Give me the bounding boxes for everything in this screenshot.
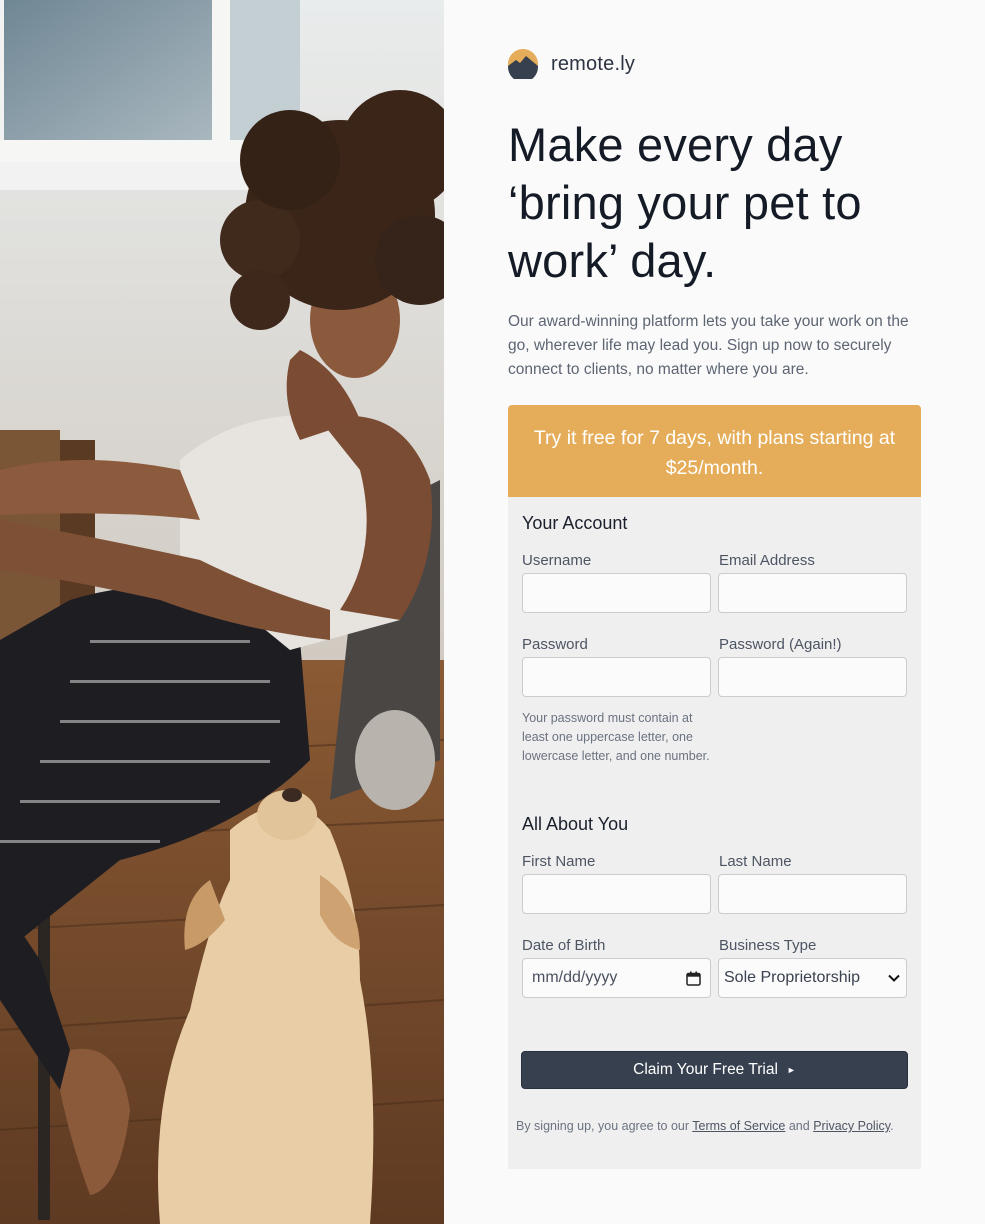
hero-photo (0, 0, 444, 1224)
password-again-label: Password (Again!) (719, 636, 842, 653)
dob-label: Date of Birth (522, 937, 606, 954)
mountain-sun-logo-icon (508, 49, 538, 79)
business-type-label: Business Type (719, 937, 817, 954)
first-name-label: First Name (522, 853, 596, 870)
legal-text: By signing up, you agree to our Terms of… (516, 1119, 916, 1133)
promo-banner: Try it free for 7 days, with plans start… (508, 405, 921, 497)
brand[interactable]: remote.ly (508, 48, 635, 80)
last-name-input[interactable] (718, 874, 907, 914)
password-input[interactable] (522, 657, 711, 697)
first-name-input[interactable] (522, 874, 711, 914)
page-headline: Make every day ‘bring your pet to work’ … (508, 116, 921, 290)
calendar-icon[interactable] (686, 971, 701, 986)
username-label: Username (522, 552, 592, 569)
business-type-value: Sole Proprietorship (724, 969, 861, 986)
signup-form: Your Account Username Email Address Pass… (508, 497, 921, 1169)
terms-of-service-link[interactable]: Terms of Service (692, 1119, 785, 1133)
section-title-account: Your Account (522, 513, 628, 533)
headline-line: Make every day (508, 118, 843, 171)
chevron-down-icon (888, 974, 900, 982)
dob-placeholder: mm/dd/yyyy (532, 969, 618, 986)
password-again-input[interactable] (718, 657, 907, 697)
headline-line: work’ day. (508, 234, 717, 287)
last-name-label: Last Name (719, 853, 792, 870)
email-input[interactable] (718, 573, 907, 613)
password-hint: Your password must contain at least one … (522, 711, 710, 763)
password-label: Password (522, 636, 588, 653)
intro-text: Our award-winning platform lets you take… (508, 313, 909, 378)
privacy-policy-link[interactable]: Privacy Policy (813, 1119, 890, 1133)
play-arrow-icon: ► (786, 1065, 796, 1075)
claim-free-trial-button[interactable]: Claim Your Free Trial ► (521, 1051, 908, 1089)
section-title-about: All About You (522, 814, 629, 834)
cta-label: Claim Your Free Trial (633, 1061, 778, 1078)
username-input[interactable] (522, 573, 711, 613)
brand-name: remote.ly (551, 52, 636, 75)
legal-middle: and (785, 1119, 814, 1133)
email-label: Email Address (719, 552, 815, 569)
dob-input[interactable]: mm/dd/yyyy (522, 958, 711, 998)
legal-suffix: . (890, 1119, 894, 1133)
legal-prefix: By signing up, you agree to our (516, 1119, 693, 1133)
woman-and-dog-photo (0, 0, 444, 1224)
business-type-select[interactable]: Sole Proprietorship (718, 958, 907, 998)
headline-line: ‘bring your pet to (508, 176, 862, 229)
